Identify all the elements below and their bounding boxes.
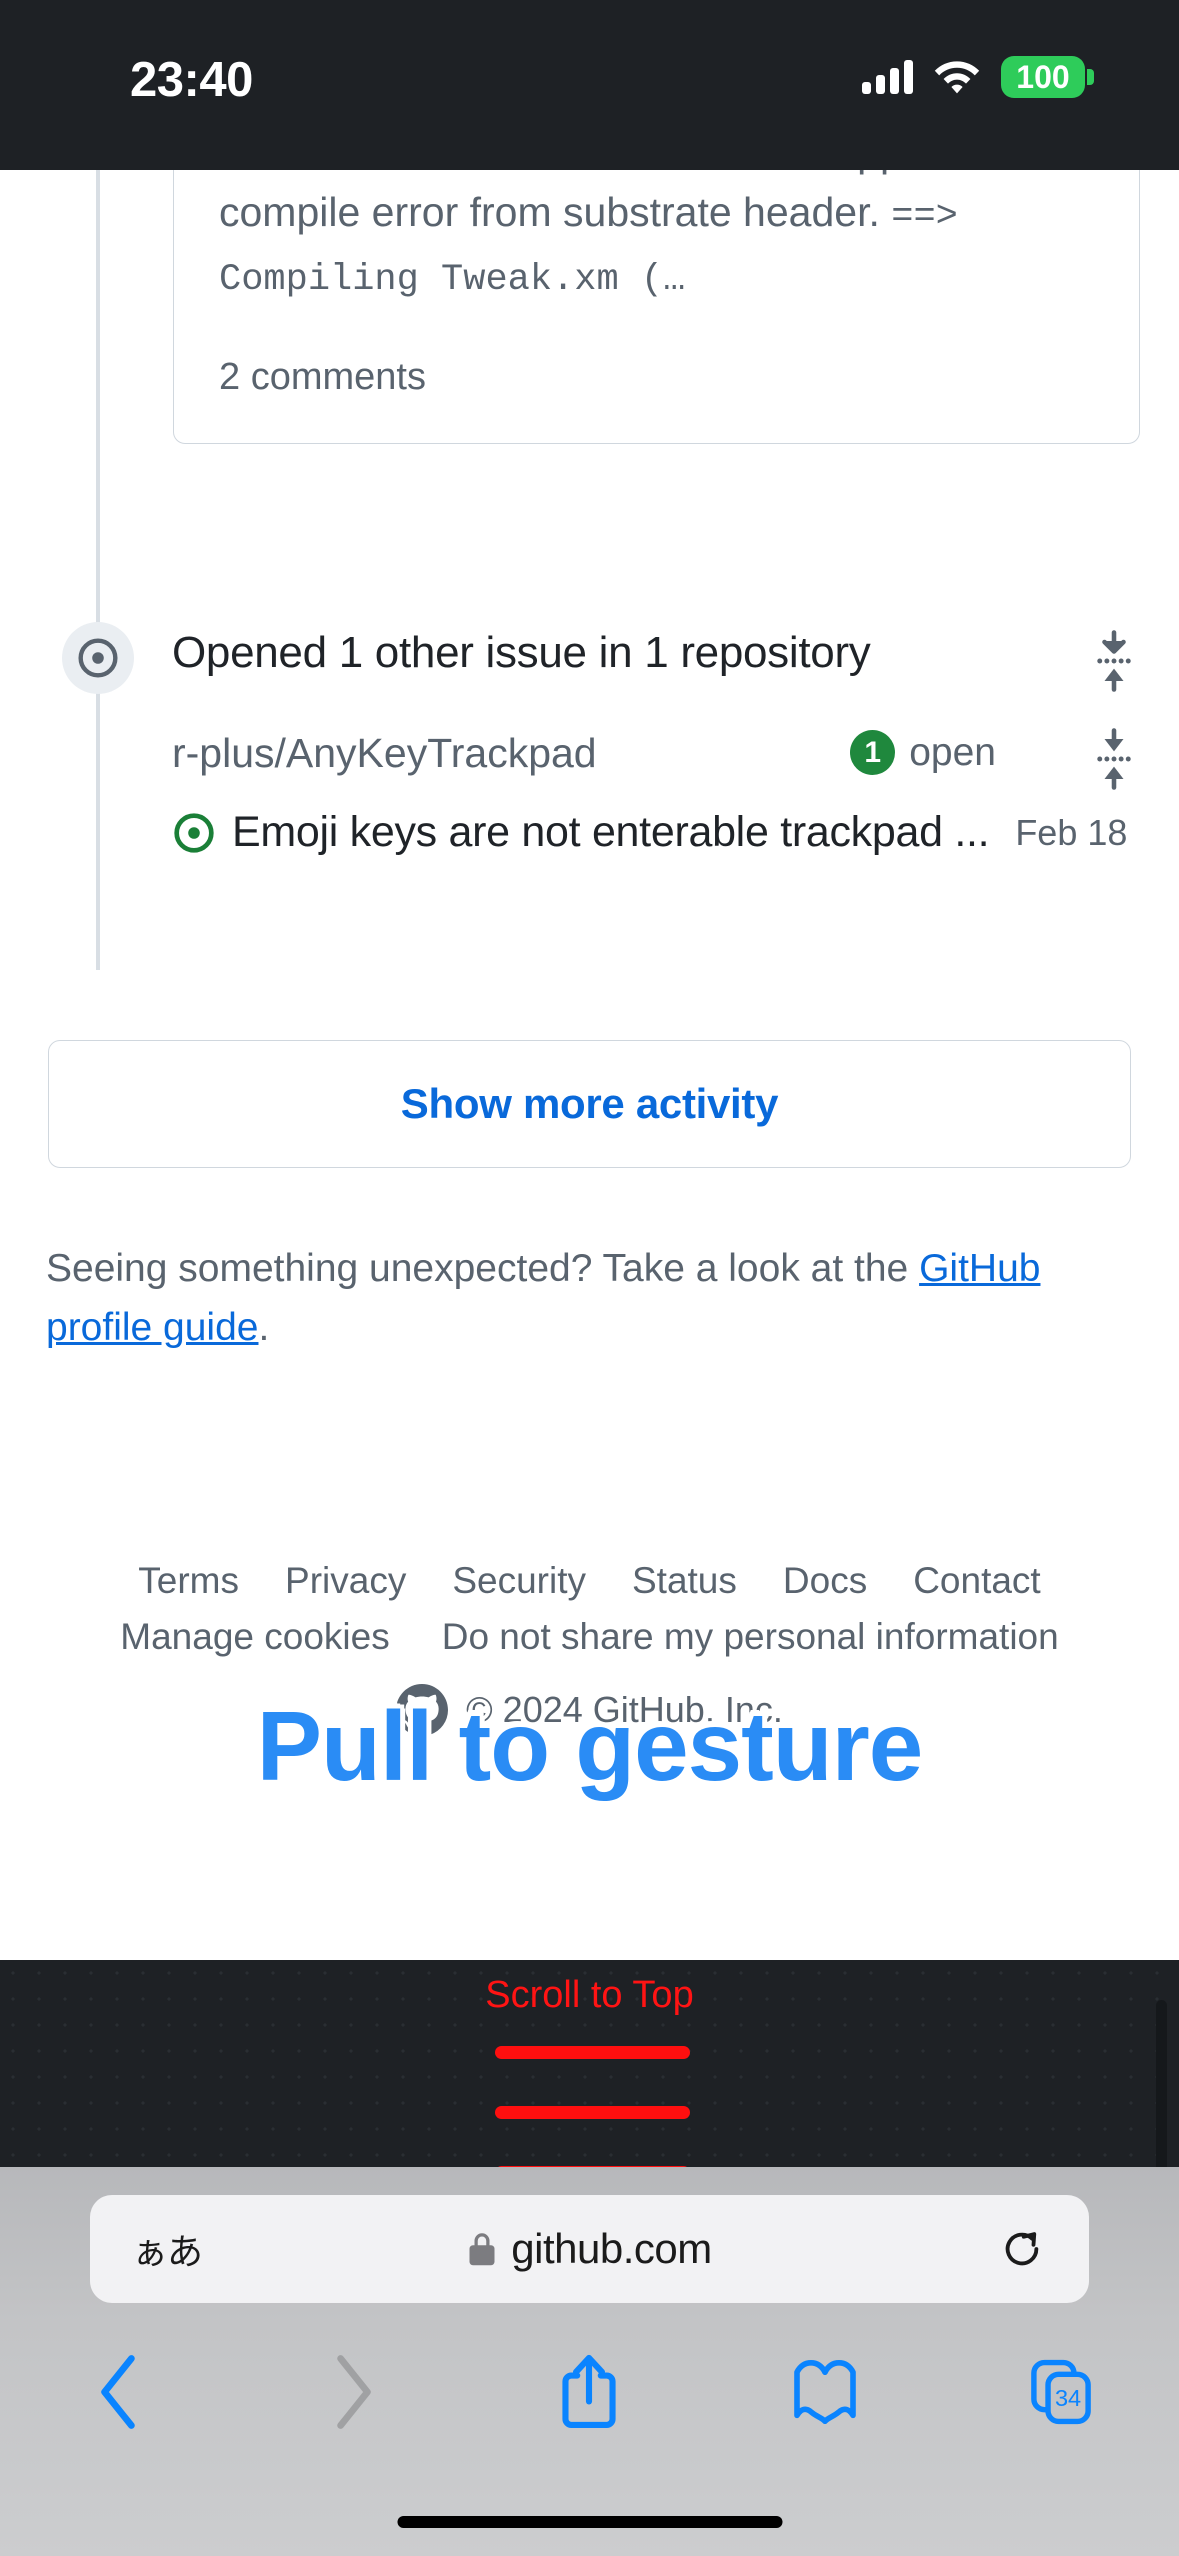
unexpected-note-prefix: Seeing something unexpected? Take a look…	[46, 1247, 920, 1290]
footer-link-privacy[interactable]: Privacy	[285, 1560, 406, 1602]
footer-link-contact[interactable]: Contact	[913, 1560, 1041, 1602]
battery-tip	[1087, 69, 1094, 85]
footer-link-terms[interactable]: Terms	[138, 1560, 239, 1602]
open-issue-status: 1 open	[850, 730, 996, 775]
address-bar[interactable]: ぁあ github.com	[90, 2195, 1089, 2303]
overscroll-area: Scroll to Top	[0, 1960, 1179, 2167]
footer-link-security[interactable]: Security	[452, 1560, 586, 1602]
unexpected-note: Seeing something unexpected? Take a look…	[46, 1240, 1106, 1357]
issue-list-item[interactable]: Emoji keys are not enterable trackpad ..…	[172, 808, 1132, 857]
footer-links-row-1: Terms Privacy Security Status Docs Conta…	[0, 1560, 1179, 1602]
open-status-label: open	[909, 730, 996, 774]
url-display[interactable]: github.com	[90, 2225, 1089, 2273]
footer-link-manage-cookies[interactable]: Manage cookies	[120, 1616, 389, 1658]
repository-name[interactable]: r-plus/AnyKeyTrackpad	[172, 730, 597, 777]
url-text: github.com	[511, 2225, 712, 2272]
safari-bottom-bar: ぁあ github.com 34	[0, 2167, 1179, 2556]
page-scrollbar[interactable]	[1156, 2000, 1167, 2167]
footer-link-do-not-share[interactable]: Do not share my personal information	[442, 1616, 1059, 1658]
collapse-expand-icon[interactable]	[1095, 630, 1133, 692]
share-icon	[562, 2354, 617, 2428]
status-bar: 23:40 100	[0, 0, 1179, 170]
tab-count-label: 34	[1055, 2385, 1081, 2411]
lock-icon	[469, 2233, 495, 2266]
reload-icon[interactable]	[999, 2226, 1045, 2272]
home-indicator	[397, 2516, 782, 2528]
issue-opened-icon	[78, 638, 118, 678]
opened-issues-title: Opened 1 other issue in 1 repository	[172, 628, 871, 677]
iphone-screen: What are the steps to reproduce this iss…	[0, 0, 1179, 2556]
issue-date: Feb 18	[1015, 811, 1128, 853]
pull-to-gesture-overlay: Pull to gesture	[256, 1691, 924, 1801]
wifi-icon	[934, 61, 980, 94]
share-button[interactable]	[472, 2332, 708, 2452]
collapse-expand-icon[interactable]	[1095, 728, 1133, 790]
back-button[interactable]	[0, 2332, 236, 2452]
tabs-icon: 34	[1031, 2359, 1091, 2425]
unexpected-note-suffix: .	[258, 1305, 270, 1349]
show-more-activity-label: Show more activity	[400, 1080, 779, 1127]
battery-indicator: 100	[1001, 56, 1094, 98]
webpage-content: What are the steps to reproduce this iss…	[0, 0, 1179, 1960]
timeline-issue-badge	[62, 622, 134, 694]
status-bar-indicators: 100	[862, 56, 1094, 98]
cellular-signal-icon	[862, 60, 913, 94]
book-icon	[794, 2360, 857, 2424]
issue-title: Emoji keys are not enterable trackpad ..…	[232, 808, 990, 856]
footer-link-docs[interactable]: Docs	[783, 1560, 867, 1602]
footer-links-row-2: Manage cookies Do not share my personal …	[0, 1616, 1179, 1658]
footer-link-status[interactable]: Status	[632, 1560, 737, 1602]
scroll-indicator-bar	[495, 2046, 690, 2059]
forward-button	[236, 2332, 472, 2452]
issue-opened-icon	[174, 812, 214, 853]
issue-card-comment-count: 2 comments	[219, 355, 426, 398]
scroll-indicator-bar	[495, 2106, 690, 2119]
show-more-activity-button[interactable]: Show more activity	[48, 1040, 1131, 1168]
status-bar-clock: 23:40	[130, 53, 253, 107]
battery-percent-label: 100	[1016, 59, 1070, 95]
chevron-left-icon	[101, 2355, 135, 2429]
scroll-to-top-label: Scroll to Top	[485, 1974, 694, 2016]
bookmarks-button[interactable]	[707, 2332, 943, 2452]
timeline-rail	[96, 170, 100, 970]
battery-body: 100	[1001, 56, 1085, 98]
chevron-right-icon	[336, 2355, 371, 2429]
tabs-button[interactable]: 34	[943, 2332, 1179, 2452]
open-count-badge: 1	[850, 730, 896, 775]
safari-toolbar: 34	[0, 2332, 1179, 2452]
